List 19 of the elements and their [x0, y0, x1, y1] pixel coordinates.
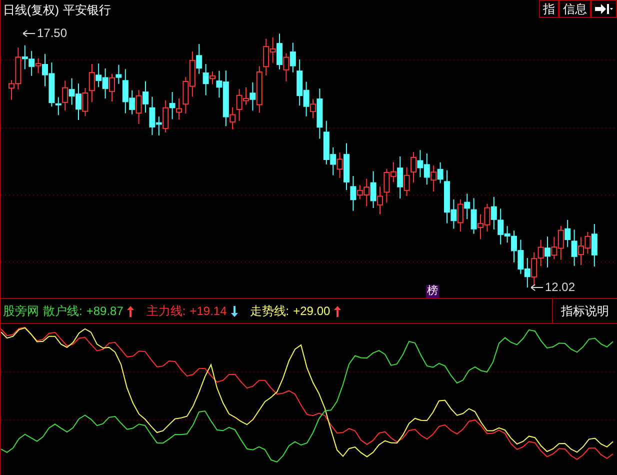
arrow-to-bar-icon	[595, 4, 613, 14]
indicator-explain-button[interactable]: 指标说明	[552, 298, 617, 324]
low-price-label: 12.02	[545, 279, 576, 296]
chart-period: 日线(复权)	[3, 2, 59, 19]
indicator-name: 股旁网	[3, 303, 39, 320]
indicator-value: +29.00	[293, 303, 330, 320]
toolbar-button[interactable]: 信息	[559, 0, 591, 18]
indicator-label: 主力线:	[146, 303, 186, 320]
high-price-label: 17.50	[37, 25, 68, 42]
toolbar-button[interactable]: 指	[539, 0, 559, 18]
indicator-label: 散户线:	[43, 303, 82, 320]
indicator-label: 走势线:	[250, 303, 290, 320]
ranking-badge[interactable]: 榜	[426, 285, 439, 298]
indicator-value: +19.14	[190, 303, 227, 320]
leader-arrow-icon	[23, 30, 35, 36]
leader-arrow-icon	[531, 284, 543, 290]
stock-name: 平安银行	[63, 2, 111, 19]
expand-button[interactable]	[591, 0, 617, 18]
indicator-value: +89.87	[86, 303, 124, 320]
